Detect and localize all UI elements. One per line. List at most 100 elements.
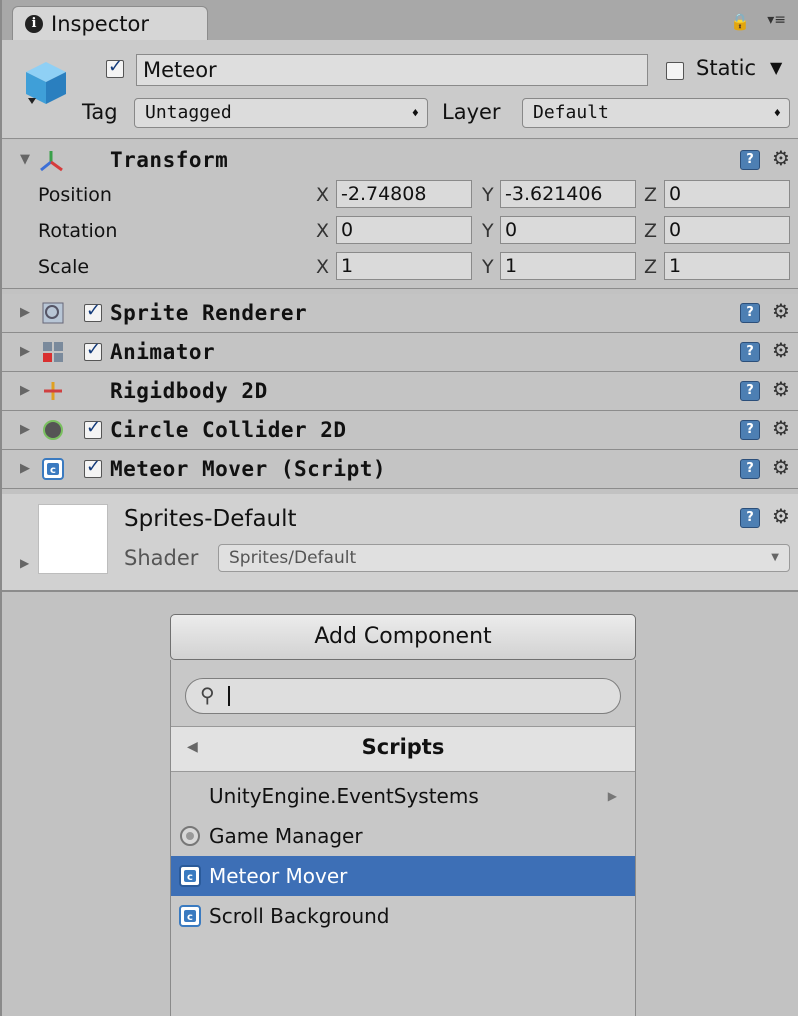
foldout-collapsed-icon[interactable]: ▶ bbox=[20, 305, 30, 320]
gear-icon[interactable]: ⚙ bbox=[772, 299, 790, 323]
help-icon[interactable]: ? bbox=[740, 420, 760, 440]
svg-text:c: c bbox=[187, 912, 193, 923]
component-title: Meteor Mover (Script) bbox=[110, 457, 387, 481]
help-icon[interactable]: ? bbox=[740, 150, 760, 170]
gear-icon[interactable]: ⚙ bbox=[772, 377, 790, 401]
material-section: ▶ Sprites-Default ? ⚙ Shader Sprites/Def… bbox=[2, 494, 798, 592]
gear-icon[interactable]: ⚙ bbox=[772, 455, 790, 479]
shader-dropdown[interactable]: Sprites/Default ▼ bbox=[218, 544, 790, 572]
axis-y-label: Y bbox=[482, 184, 494, 206]
category-title: Scripts bbox=[361, 735, 445, 759]
tag-label: Tag bbox=[82, 100, 118, 124]
shader-label: Shader bbox=[124, 546, 199, 570]
position-label: Position bbox=[38, 184, 112, 206]
rotation-x-field[interactable]: 0 bbox=[336, 216, 472, 244]
axis-y-label: Y bbox=[482, 220, 494, 242]
foldout-collapsed-icon[interactable]: ▶ bbox=[20, 556, 29, 570]
component-rigidbody-2d[interactable]: ▶ Rigidbody 2D ? ⚙ bbox=[2, 372, 798, 411]
transform-component: ▼ Transform ? ⚙ Position X -2.74808 Y -3… bbox=[2, 140, 798, 289]
layer-dropdown[interactable]: Default ♦ bbox=[522, 98, 790, 128]
foldout-collapsed-icon[interactable]: ▶ bbox=[20, 461, 30, 476]
tag-value: Untagged bbox=[145, 102, 232, 123]
gear-icon[interactable]: ⚙ bbox=[772, 338, 790, 362]
transform-icon bbox=[40, 151, 63, 172]
dropdown-arrows-icon: ♦ bbox=[411, 106, 419, 120]
gear-icon[interactable]: ⚙ bbox=[772, 504, 790, 528]
static-checkbox[interactable] bbox=[666, 62, 684, 80]
animator-enabled-checkbox[interactable] bbox=[84, 339, 102, 361]
shader-value: Sprites/Default bbox=[229, 548, 357, 568]
add-component-button[interactable]: Add Component bbox=[170, 614, 636, 660]
tab-menu-icon[interactable]: ▾≡ bbox=[767, 12, 786, 28]
component-animator[interactable]: ▶ Animator ? ⚙ bbox=[2, 333, 798, 372]
tag-dropdown[interactable]: Untagged ♦ bbox=[134, 98, 428, 128]
axis-z-label: Z bbox=[644, 256, 658, 278]
gear-script-icon bbox=[180, 826, 200, 846]
rotation-y-field[interactable]: 0 bbox=[500, 216, 636, 244]
component-title: Animator bbox=[110, 340, 216, 364]
lock-icon[interactable]: 🔒 bbox=[730, 12, 750, 31]
axis-z-label: Z bbox=[644, 184, 658, 206]
scale-label: Scale bbox=[38, 256, 90, 278]
dropdown-arrows-icon: ♦ bbox=[773, 106, 781, 120]
list-item-meteor-mover[interactable]: c Meteor Mover bbox=[171, 856, 635, 896]
active-checkbox[interactable] bbox=[106, 56, 124, 78]
list-item-unityengine-eventsystems[interactable]: UnityEngine.EventSystems ▶ bbox=[171, 776, 635, 816]
tab-inspector[interactable]: i Inspector bbox=[12, 6, 208, 40]
search-input[interactable] bbox=[234, 683, 608, 711]
list-item-label: Game Manager bbox=[209, 824, 363, 848]
position-x-field[interactable]: -2.74808 bbox=[336, 180, 472, 208]
rotation-label: Rotation bbox=[38, 220, 118, 242]
foldout-collapsed-icon[interactable]: ▶ bbox=[20, 422, 30, 437]
material-name: Sprites-Default bbox=[124, 506, 297, 532]
component-meteor-mover-script[interactable]: ▶ c Meteor Mover (Script) ? ⚙ bbox=[2, 450, 798, 489]
position-z-field[interactable]: 0 bbox=[664, 180, 790, 208]
help-icon[interactable]: ? bbox=[740, 303, 760, 323]
component-title: Sprite Renderer bbox=[110, 301, 308, 325]
svg-text:c: c bbox=[187, 872, 193, 883]
scale-x-field[interactable]: 1 bbox=[336, 252, 472, 280]
script-icon: c bbox=[179, 865, 201, 887]
scale-y-field[interactable]: 1 bbox=[500, 252, 636, 280]
sprite-renderer-enabled-checkbox[interactable] bbox=[84, 300, 102, 322]
gear-icon[interactable]: ⚙ bbox=[772, 146, 790, 170]
help-icon[interactable]: ? bbox=[740, 381, 760, 401]
list-item-label: Meteor Mover bbox=[209, 864, 348, 888]
foldout-collapsed-icon[interactable]: ▶ bbox=[20, 383, 30, 398]
transform-title: Transform bbox=[110, 148, 229, 172]
circle-collider-enabled-checkbox[interactable] bbox=[84, 417, 102, 439]
help-icon[interactable]: ? bbox=[740, 342, 760, 362]
component-title: Rigidbody 2D bbox=[110, 379, 268, 403]
object-name-field[interactable]: Meteor bbox=[136, 54, 648, 86]
material-preview bbox=[38, 504, 108, 574]
scale-z-field[interactable]: 1 bbox=[664, 252, 790, 280]
component-search-field[interactable]: ⚲ bbox=[185, 678, 621, 714]
script-icon: c bbox=[42, 458, 64, 480]
list-item-game-manager[interactable]: Game Manager bbox=[171, 816, 635, 856]
help-icon[interactable]: ? bbox=[740, 508, 760, 528]
static-dropdown-arrow[interactable]: ▼ bbox=[770, 58, 782, 77]
component-sprite-renderer[interactable]: ▶ Sprite Renderer ? ⚙ bbox=[2, 294, 798, 333]
position-y-field[interactable]: -3.621406 bbox=[500, 180, 636, 208]
component-title: Circle Collider 2D bbox=[110, 418, 347, 442]
axis-x-label: X bbox=[316, 184, 330, 206]
gameobject-cube-icon bbox=[26, 62, 66, 104]
list-item-scroll-background[interactable]: c Scroll Background bbox=[171, 896, 635, 936]
info-icon: i bbox=[25, 14, 43, 33]
category-header[interactable]: ◀ Scripts bbox=[171, 726, 635, 772]
meteor-mover-enabled-checkbox[interactable] bbox=[84, 456, 102, 478]
sprite-renderer-icon bbox=[42, 302, 64, 324]
rotation-z-field[interactable]: 0 bbox=[664, 216, 790, 244]
axis-x-label: X bbox=[316, 220, 330, 242]
component-circle-collider-2d[interactable]: ▶ Circle Collider 2D ? ⚙ bbox=[2, 411, 798, 450]
help-icon[interactable]: ? bbox=[740, 459, 760, 479]
foldout-collapsed-icon[interactable]: ▶ bbox=[20, 344, 30, 359]
script-icon: c bbox=[179, 905, 201, 927]
gear-icon[interactable]: ⚙ bbox=[772, 416, 790, 440]
axis-x-label: X bbox=[316, 256, 330, 278]
circle-collider-icon bbox=[43, 420, 63, 440]
layer-label: Layer bbox=[442, 100, 501, 124]
rigidbody-icon bbox=[44, 382, 62, 400]
foldout-expanded-icon[interactable]: ▼ bbox=[20, 152, 30, 167]
text-caret bbox=[228, 686, 230, 706]
